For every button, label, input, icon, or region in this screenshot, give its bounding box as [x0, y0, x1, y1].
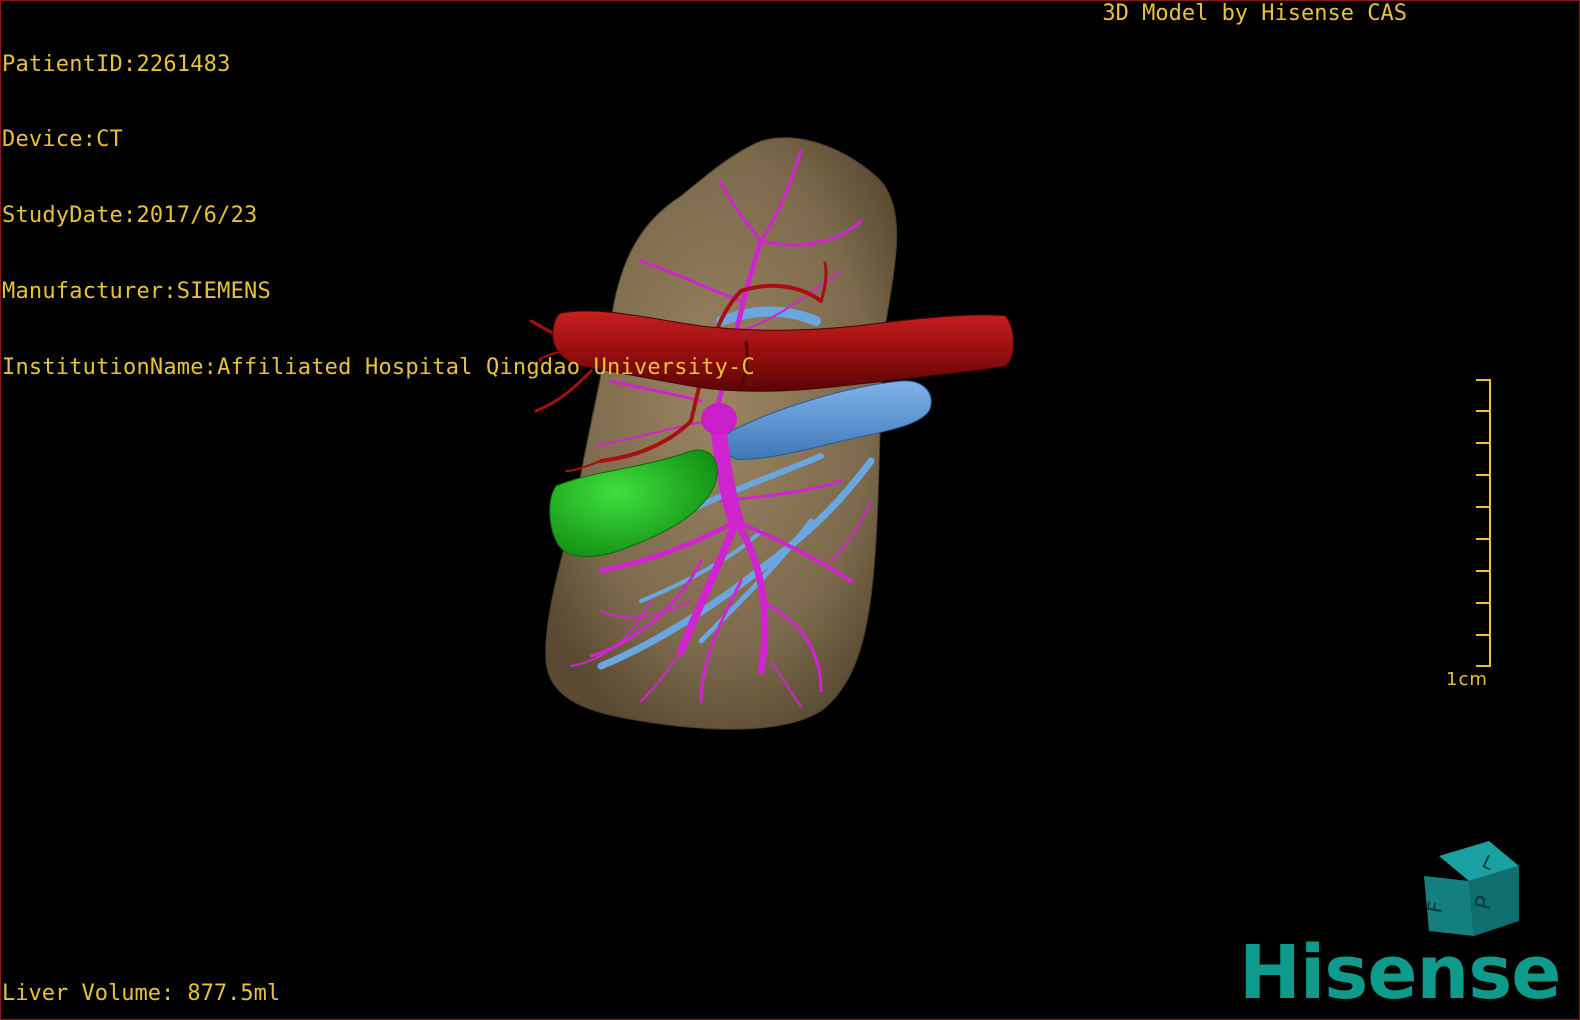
manufacturer: Manufacturer:SIEMENS: [2, 279, 271, 305]
model-credit: 3D Model by Hisense CAS: [1102, 1, 1407, 26]
scale-bar-label: 1cm: [1446, 669, 1488, 690]
liver-volume: Liver Volume: 877.5ml: [2, 981, 281, 1006]
hisense-logo: Hisense: [1239, 930, 1561, 1016]
patient-id: PatientID:2261483: [2, 51, 231, 77]
3d-viewport[interactable]: PatientID:2261483 Device:CT StudyDate:20…: [0, 0, 1580, 1020]
scale-bar-icon: [1476, 379, 1491, 667]
dicom-info-overlay: PatientID:2261483 Device:CT StudyDate:20…: [2, 1, 755, 431]
institution-name: InstitutionName:Affiliated Hospital Qing…: [2, 355, 755, 381]
device: Device:CT: [2, 127, 124, 153]
study-date: StudyDate:2017/6/23: [2, 203, 258, 229]
